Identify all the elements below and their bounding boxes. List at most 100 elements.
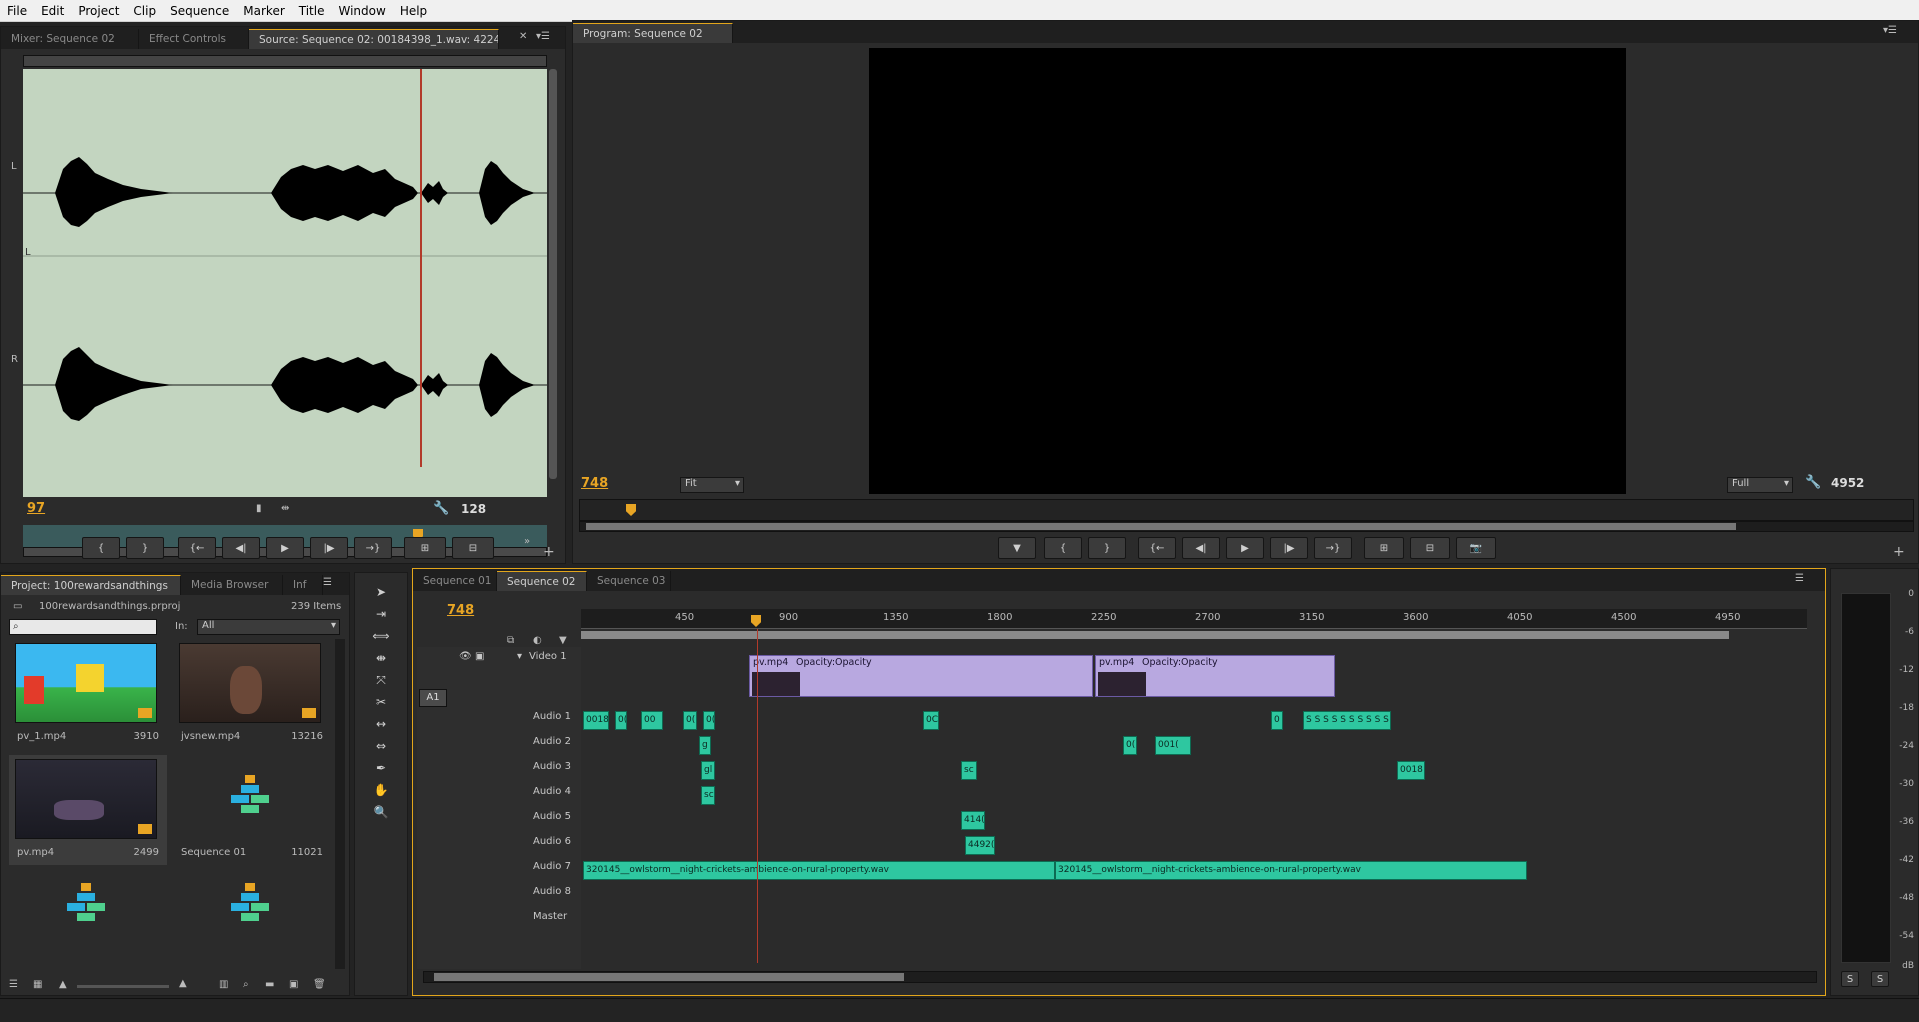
timeline-scroll-thumb[interactable]: [434, 973, 904, 981]
step-forward-button[interactable]: |▶: [310, 537, 348, 559]
work-area-bar[interactable]: [581, 631, 1729, 639]
new-item-icon[interactable]: ▣: [289, 979, 298, 990]
menu-project[interactable]: Project: [71, 0, 126, 22]
icon-view-icon[interactable]: ▦: [33, 979, 42, 990]
video-clip[interactable]: pv.mp4 Opacity:Opacity: [1095, 655, 1335, 697]
menu-sequence[interactable]: Sequence: [163, 0, 236, 22]
project-panel-menu-icon[interactable]: ☰: [323, 577, 332, 588]
program-timecode[interactable]: 748: [581, 476, 608, 491]
vertical-zoom-bar[interactable]: [549, 69, 557, 479]
program-settings-wrench-icon[interactable]: 🔧: [1805, 475, 1821, 490]
program-add-button-icon[interactable]: +: [1893, 544, 1905, 560]
project-item[interactable]: pv_1.mp4 3910: [9, 639, 167, 749]
drop-video-icon[interactable]: ▮: [256, 503, 262, 514]
program-go-to-out-button[interactable]: →}: [1314, 537, 1352, 559]
program-panel-menu-icon[interactable]: ▾☰: [1883, 25, 1897, 36]
program-step-back-button[interactable]: ◀|: [1182, 537, 1220, 559]
zoom-slider[interactable]: [77, 985, 169, 988]
insert-button[interactable]: ⊞: [404, 537, 446, 559]
program-mark-in-button[interactable]: {: [1044, 537, 1082, 559]
solo-right-button[interactable]: S: [1871, 971, 1889, 987]
menu-help[interactable]: Help: [393, 0, 434, 22]
audio-clip[interactable]: S S S S S S S S S S: [1303, 711, 1391, 730]
program-go-to-in-button[interactable]: {←: [1138, 537, 1176, 559]
audio-clip[interactable]: 0C: [923, 711, 939, 730]
program-video-monitor[interactable]: [869, 48, 1626, 494]
in-dropdown[interactable]: All ▾: [197, 619, 340, 635]
audio-clip-long[interactable]: 320145__owlstorm__night-crickets-ambienc…: [583, 861, 1055, 880]
play-button[interactable]: ▶: [266, 537, 304, 559]
program-mark-out-button[interactable]: }: [1088, 537, 1126, 559]
project-scrollbar[interactable]: [335, 639, 345, 969]
a1-source-patch[interactable]: A1: [419, 689, 447, 707]
new-bin-icon[interactable]: ▬: [265, 979, 274, 990]
zoom-in-icon[interactable]: ▲: [179, 978, 187, 989]
tab-effect-controls[interactable]: Effect Controls: [139, 29, 249, 49]
go-to-out-button[interactable]: →}: [354, 537, 392, 559]
pen-tool-icon[interactable]: ✒: [371, 759, 391, 777]
audio-clip[interactable]: 001(: [1155, 736, 1191, 755]
menu-title[interactable]: Title: [292, 0, 332, 22]
audio-clip[interactable]: g: [699, 736, 711, 755]
audio-clip[interactable]: 0018: [1397, 761, 1425, 780]
rolling-edit-tool-icon[interactable]: ⇼: [371, 649, 391, 667]
set-marker-icon[interactable]: ◐: [533, 635, 542, 646]
menu-marker[interactable]: Marker: [236, 0, 291, 22]
video-clip[interactable]: pv.mp4 Opacity:Opacity: [749, 655, 1093, 697]
program-play-button[interactable]: ▶: [1226, 537, 1264, 559]
track-select-tool-icon[interactable]: ⇥: [371, 605, 391, 623]
tab-info[interactable]: Inf: [283, 575, 323, 595]
rate-stretch-tool-icon[interactable]: ⤧: [371, 671, 391, 689]
project-item[interactable]: jvsnew.mp4 13216: [173, 639, 331, 749]
mark-in-button[interactable]: {: [82, 537, 120, 559]
panel-menu-icon[interactable]: ▾☰: [536, 31, 550, 42]
audio-clip[interactable]: 0(: [703, 711, 715, 730]
close-icon[interactable]: ✕: [519, 31, 527, 42]
settings-wrench-icon[interactable]: 🔧: [433, 501, 449, 516]
overwrite-button[interactable]: ⊟: [452, 537, 494, 559]
audio-clip[interactable]: 4492(: [965, 836, 995, 855]
extract-button[interactable]: ⊟: [1410, 537, 1450, 559]
tab-program[interactable]: Program: Sequence 02: [573, 23, 733, 43]
drop-audio-icon[interactable]: ⇹: [281, 503, 289, 514]
waveform-display[interactable]: L R: [23, 69, 547, 497]
zoom-out-icon[interactable]: ▲: [59, 979, 67, 990]
program-zoom-thumb[interactable]: [586, 523, 1736, 530]
timeline-playhead-icon[interactable]: [751, 615, 761, 627]
go-to-in-button[interactable]: {←: [178, 537, 216, 559]
timeline-panel-menu-icon[interactable]: ☰: [1795, 573, 1804, 584]
menu-clip[interactable]: Clip: [126, 0, 163, 22]
video-sync-icon[interactable]: ▣: [475, 651, 484, 662]
menu-edit[interactable]: Edit: [34, 0, 71, 22]
menu-window[interactable]: Window: [331, 0, 392, 22]
audio-scroll-bar[interactable]: [23, 55, 547, 67]
source-timecode[interactable]: 97: [27, 501, 45, 516]
audio-clip[interactable]: 00: [641, 711, 663, 730]
audio-clip[interactable]: 0: [1271, 711, 1283, 730]
slide-tool-icon[interactable]: ⇔: [371, 737, 391, 755]
add-marker-button[interactable]: ▼: [998, 537, 1036, 559]
audio-clip-long[interactable]: 320145__owlstorm__night-crickets-ambienc…: [1055, 861, 1527, 880]
add-button-icon[interactable]: +: [543, 544, 555, 560]
hand-tool-icon[interactable]: ✋: [371, 781, 391, 799]
snap-icon[interactable]: ⧉: [507, 635, 514, 646]
audio-clip[interactable]: 414(: [961, 811, 985, 830]
program-playhead-icon[interactable]: [626, 504, 636, 516]
timeline-ruler[interactable]: 450 900 1350 1800 2250 2700 3150 3600 40…: [581, 609, 1807, 629]
video-eye-icon[interactable]: 👁: [459, 651, 472, 662]
project-item[interactable]: Sequence 01 11021: [173, 755, 331, 865]
audio-clip[interactable]: 0(: [1123, 736, 1137, 755]
timeline-timecode[interactable]: 748: [447, 603, 474, 618]
audio-clip[interactable]: gl: [701, 761, 715, 780]
mark-out-button[interactable]: }: [126, 537, 164, 559]
program-step-forward-button[interactable]: |▶: [1270, 537, 1308, 559]
more-controls-icon[interactable]: »: [524, 536, 530, 547]
tab-sequence-02[interactable]: Sequence 02: [497, 571, 587, 591]
tab-audio-mixer[interactable]: Mixer: Sequence 02: [1, 29, 139, 49]
automate-icon[interactable]: ▥: [219, 979, 228, 990]
zoom-tool-icon[interactable]: 🔍: [371, 803, 391, 821]
tab-project[interactable]: Project: 100rewardsandthings: [1, 575, 181, 595]
ripple-edit-tool-icon[interactable]: ⟺: [371, 627, 391, 645]
audio-clip[interactable]: 0(: [683, 711, 697, 730]
tab-source[interactable]: Source: Sequence 02: 00184398_1.wav: 422…: [249, 29, 499, 49]
